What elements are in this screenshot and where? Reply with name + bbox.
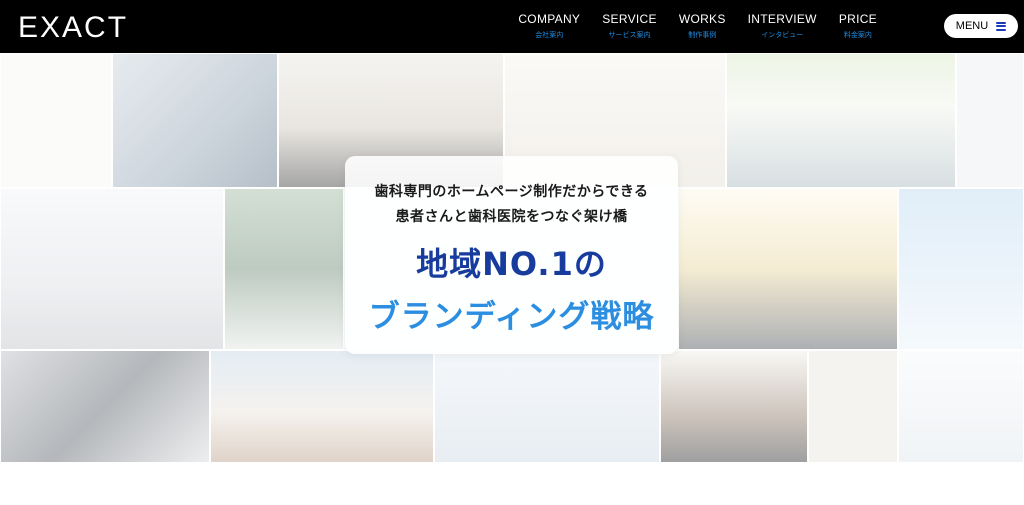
- hero-subtitle-1: 歯科専門のホームページ制作だからできる: [374, 184, 649, 200]
- hamburger-icon: [996, 21, 1007, 31]
- nav-sublabel: サービス案内: [608, 31, 651, 39]
- nav-company[interactable]: COMPANY 会社案内: [507, 12, 591, 40]
- hero-subtitle-2: 患者さんと歯科医院をつなぐ架け橋: [395, 209, 628, 225]
- hero-title-1: 地域NO.1の: [416, 245, 607, 283]
- nav-interview[interactable]: INTERVIEW インタビュー: [737, 12, 828, 40]
- page: EXACT COMPANY 会社案内 SERVICE サービス案内 WORKS …: [0, 0, 1024, 505]
- menu-button[interactable]: MENU: [944, 14, 1018, 38]
- site-header: EXACT COMPANY 会社案内 SERVICE サービス案内 WORKS …: [0, 0, 1024, 53]
- hero-message-card: 歯科専門のホームページ制作だからできる 患者さんと歯科医院をつなぐ架け橋 地域N…: [345, 156, 678, 354]
- nav-price[interactable]: PRICE 料金案内: [828, 12, 888, 40]
- menu-label: MENU: [955, 20, 989, 32]
- nav-label: COMPANY: [518, 12, 581, 26]
- nav-sublabel: 料金案内: [843, 31, 872, 39]
- nav-sublabel: インタビュー: [761, 31, 804, 39]
- nav-works[interactable]: WORKS 制作事例: [668, 12, 737, 40]
- nav-sublabel: 会社案内: [535, 31, 564, 39]
- nav-label: INTERVIEW: [747, 12, 817, 26]
- nav-label: WORKS: [678, 12, 726, 26]
- logo[interactable]: EXACT: [18, 11, 128, 45]
- hero-title-2: ブランディング戦略: [368, 299, 655, 335]
- nav-sublabel: 制作事例: [688, 31, 717, 39]
- nav-label: PRICE: [838, 12, 877, 26]
- nav-service[interactable]: SERVICE サービス案内: [591, 12, 668, 40]
- main-nav: COMPANY 会社案内 SERVICE サービス案内 WORKS 制作事例 I…: [507, 12, 888, 40]
- nav-label: SERVICE: [602, 12, 657, 26]
- page-below-hero: [0, 463, 1024, 505]
